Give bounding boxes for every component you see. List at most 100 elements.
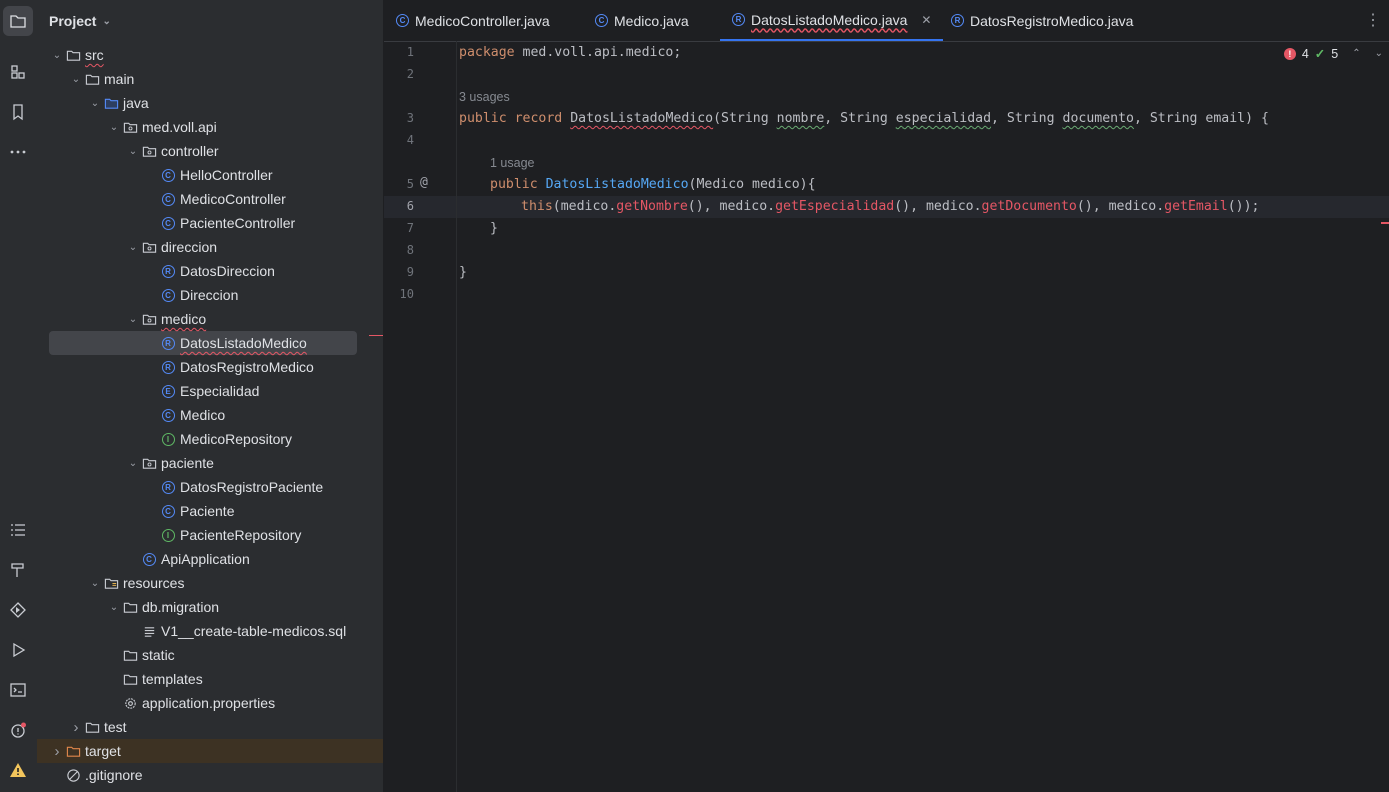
chevron-down-icon[interactable]: ⌄ (49, 50, 65, 61)
usages-hint[interactable]: 3 usages (459, 90, 510, 104)
tree-item[interactable]: ⌄ paciente (37, 451, 383, 475)
class-icon: C (160, 407, 176, 423)
class-icon: C (160, 503, 176, 519)
tree-item[interactable]: C Paciente (37, 499, 383, 523)
tab-datosregistromedico[interactable]: R DatosRegistroMedico.java (951, 0, 1133, 41)
folder-icon (84, 71, 100, 87)
line-number-current: 6 (406, 199, 414, 213)
tree-item[interactable]: › target (37, 739, 383, 763)
chevron-down-icon[interactable]: ⌄ (125, 314, 141, 325)
tree-item[interactable]: V1__create-table-medicos.sql (37, 619, 383, 643)
tree-item[interactable]: ⌄ controller (37, 139, 383, 163)
tree-item[interactable]: C Direccion (37, 283, 383, 307)
tree-item-label: application.properties (142, 695, 276, 711)
chevron-down-icon: ⌄ (102, 15, 111, 27)
tree-item-label: ApiApplication (161, 551, 250, 567)
code-line-5: public DatosListadoMedico(Medico medico)… (490, 177, 816, 192)
tree-item-label: PacienteRepository (180, 527, 302, 543)
tree-item-label: templates (142, 671, 203, 687)
chevron-down-icon[interactable]: ⌄ (125, 242, 141, 253)
tree-item[interactable]: C ApiApplication (37, 547, 383, 571)
excluded-folder-icon (65, 743, 81, 759)
tree-item[interactable]: ⌄ java (37, 91, 383, 115)
tree-item[interactable]: ⌄ main (37, 67, 383, 91)
tree-item[interactable]: R DatosListadoMedico (37, 331, 383, 355)
code-line-3: public record DatosListadoMedico(String … (459, 111, 1269, 126)
code-area[interactable]: package med.voll.api.medico; 3 usages pu… (459, 41, 1269, 280)
tree-item[interactable]: › test (37, 715, 383, 739)
sql-file-icon (141, 623, 157, 639)
structure-icon[interactable] (3, 57, 33, 87)
activity-bar (0, 0, 38, 792)
chevron-down-icon[interactable]: ⌄ (68, 74, 84, 85)
chevron-down-icon[interactable]: ⌄ (87, 98, 103, 109)
chevron-right-icon[interactable]: › (49, 743, 65, 760)
tree-item[interactable]: application.properties (37, 691, 383, 715)
project-folder-icon[interactable] (3, 6, 33, 36)
tree-item[interactable]: R DatosDireccion (37, 259, 383, 283)
inspection-widget[interactable]: ! 4 ✓ 5 ⌃ ⌄ (1283, 46, 1383, 61)
problems-icon[interactable] (3, 715, 33, 745)
terminal-icon[interactable] (3, 675, 33, 705)
tree-item-label: .gitignore (85, 767, 143, 783)
chevron-right-icon[interactable]: › (68, 719, 84, 736)
build-hammer-icon[interactable] (3, 555, 33, 585)
warning-icon[interactable] (3, 755, 33, 785)
chevron-down-icon[interactable]: ⌄ (125, 458, 141, 469)
tabs-more-icon[interactable]: ⋮ (1365, 10, 1381, 30)
properties-file-icon (122, 695, 138, 711)
tree-item[interactable]: E Especialidad (37, 379, 383, 403)
chevron-up-icon[interactable]: ⌃ (1352, 48, 1360, 59)
tree-item-label: main (104, 71, 135, 87)
chevron-down-icon[interactable]: ⌄ (1375, 48, 1383, 59)
error-stripe-mark (369, 335, 383, 336)
tree-item[interactable]: I PacienteRepository (37, 523, 383, 547)
tree-item[interactable]: ⌄ medico (37, 307, 383, 331)
tab-label: Medico.java (614, 12, 689, 29)
tab-label: MedicoController.java (415, 12, 550, 29)
close-icon[interactable]: ✕ (921, 13, 931, 27)
tab-datoslistadomedico[interactable]: R DatosListadoMedico.java ✕ (720, 0, 944, 41)
tab-medicocontroller[interactable]: C MedicoController.java (396, 0, 550, 41)
implementation-at-icon[interactable]: @ (420, 175, 428, 190)
tree-item[interactable]: templates (37, 667, 383, 691)
todo-list-icon[interactable] (3, 515, 33, 545)
tree-item[interactable]: ⌄ med.voll.api (37, 115, 383, 139)
package-icon (141, 311, 157, 327)
tree-item[interactable]: ⌄ db.migration (37, 595, 383, 619)
tree-item[interactable]: C MedicoController (37, 187, 383, 211)
tree-item[interactable]: ⌄ src (37, 43, 383, 67)
chevron-down-icon[interactable]: ⌄ (106, 122, 122, 133)
gitignore-icon (65, 767, 81, 783)
line-number: 5 (406, 177, 414, 191)
services-icon[interactable] (3, 595, 33, 625)
tree-item[interactable]: ⌄ resources (37, 571, 383, 595)
warning-count: 5 (1331, 46, 1339, 61)
class-icon: C (595, 14, 608, 27)
tree-item[interactable]: C HelloController (37, 163, 383, 187)
tree-item[interactable]: ⌄ direccion (37, 235, 383, 259)
tree-item[interactable]: R DatosRegistroPaciente (37, 475, 383, 499)
tree-item[interactable]: C PacienteController (37, 211, 383, 235)
more-tools-icon[interactable] (3, 137, 33, 167)
class-icon: C (160, 167, 176, 183)
tree-item[interactable]: .gitignore (37, 763, 383, 787)
tree-item-label: Paciente (180, 503, 235, 519)
source-folder-icon (103, 95, 119, 111)
chevron-down-icon[interactable]: ⌄ (87, 578, 103, 589)
chevron-down-icon[interactable]: ⌄ (125, 146, 141, 157)
project-view-selector[interactable]: Project ⌄ (49, 10, 111, 32)
tree-item[interactable]: I MedicoRepository (37, 427, 383, 451)
line-number: 3 (406, 111, 414, 125)
tree-item[interactable]: C Medico (37, 403, 383, 427)
tree-item[interactable]: static (37, 643, 383, 667)
tab-medico[interactable]: C Medico.java (595, 0, 689, 41)
tree-item-label: static (142, 647, 175, 663)
bookmarks-icon[interactable] (3, 97, 33, 127)
run-icon[interactable] (3, 635, 33, 665)
resources-folder-icon (103, 575, 119, 591)
tree-item[interactable]: R DatosRegistroMedico (37, 355, 383, 379)
tree-item-label: HelloController (180, 167, 273, 183)
chevron-down-icon[interactable]: ⌄ (106, 602, 122, 613)
usages-hint[interactable]: 1 usage (490, 156, 534, 170)
